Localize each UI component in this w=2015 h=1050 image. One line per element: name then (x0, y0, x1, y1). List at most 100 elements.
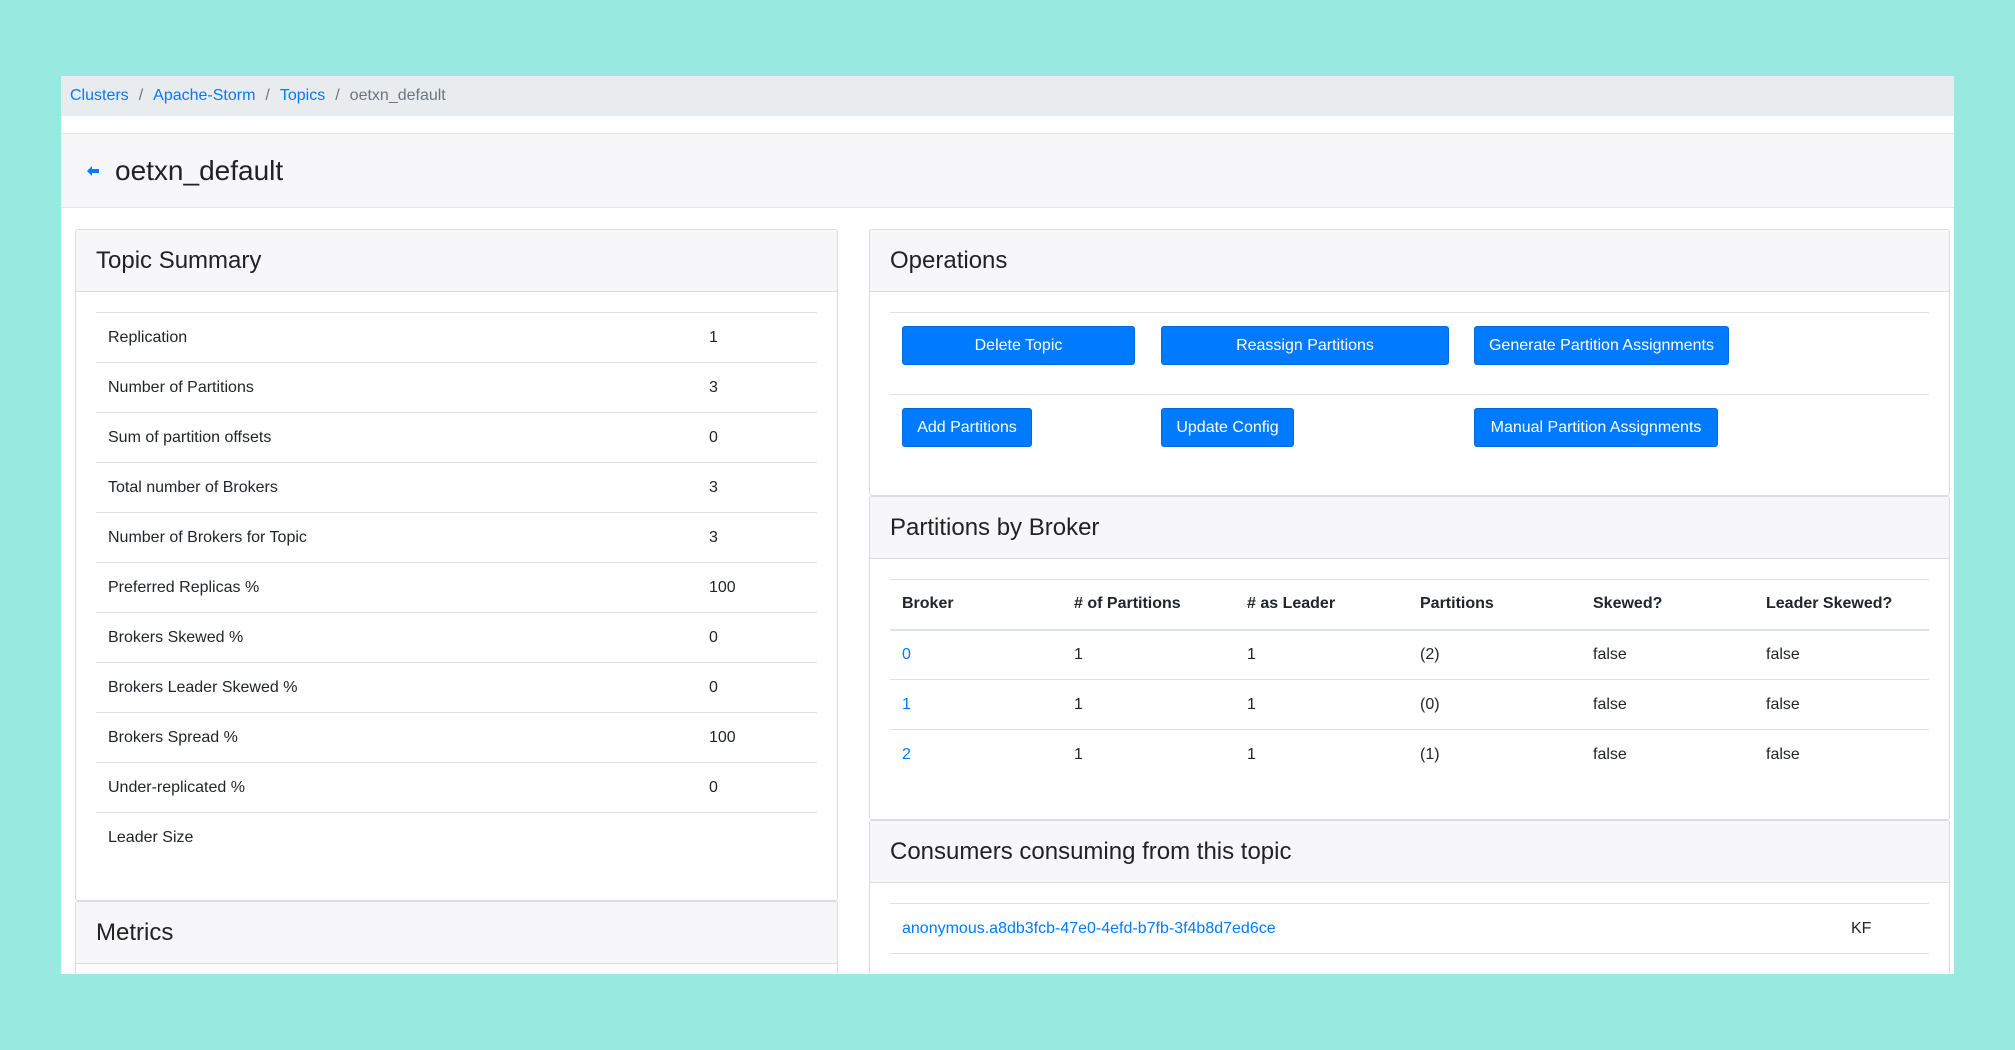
column-header-num-partitions[interactable]: # of Partitions (1062, 579, 1235, 631)
table-row: Number of Partitions 3 (96, 362, 817, 413)
broker-id-cell: 1 (890, 679, 1062, 730)
broker-link[interactable]: 1 (902, 696, 911, 713)
topic-summary-title: Topic Summary (76, 230, 837, 292)
summary-value: 100 (697, 562, 817, 613)
page-title: oetxn_default (115, 154, 284, 186)
num-partitions-cell: 1 (1062, 629, 1235, 680)
table-row: anonymous.a8db3fcb-47e0-4efd-b7fb-3f4b8d… (890, 903, 1929, 954)
arrow-left-icon[interactable] (87, 163, 99, 179)
leader-skewed-cell: false (1754, 629, 1929, 680)
summary-label: Leader Size (96, 812, 697, 863)
add-partitions-button[interactable]: Add Partitions (902, 408, 1032, 447)
table-row: 2 1 1 (1) false false (890, 729, 1929, 780)
operations-row: Add Partitions Update Config Manual Part… (890, 394, 1929, 476)
consumers-table: anonymous.a8db3fcb-47e0-4efd-b7fb-3f4b8d… (890, 903, 1929, 974)
summary-label: Number of Partitions (96, 362, 697, 413)
broker-link[interactable]: 2 (902, 746, 911, 763)
consumer-link[interactable]: anonymous.a8db3fcb-47e0-4efd-b7fb-3f4b8d… (902, 920, 1276, 937)
app-frame: Clusters / Apache-Storm / Topics / oetxn… (61, 76, 1954, 974)
table-row: Preferred Replicas % 100 (96, 562, 817, 613)
metrics-title: Metrics (76, 902, 837, 964)
breadcrumb-separator: / (265, 87, 270, 104)
column-header-as-leader[interactable]: # as Leader (1235, 579, 1408, 631)
skewed-cell: false (1581, 629, 1754, 680)
table-row: Brokers Leader Skewed % 0 (96, 662, 817, 713)
summary-value: 0 (697, 762, 817, 813)
operations-card: Operations Delete Topic Reassign Partiti… (869, 229, 1950, 496)
partitions-cell: (2) (1408, 629, 1581, 680)
table-header-row: Broker # of Partitions # as Leader Parti… (890, 579, 1929, 631)
summary-label: Sum of partition offsets (96, 412, 697, 463)
leader-skewed-cell: false (1754, 679, 1929, 730)
partitions-by-broker-table: Broker # of Partitions # as Leader Parti… (890, 579, 1929, 780)
summary-value: 0 (697, 412, 817, 463)
summary-value: 100 (697, 712, 817, 763)
breadcrumb-topics[interactable]: Topics (280, 87, 325, 105)
summary-value: 1 (697, 312, 817, 363)
table-row: Number of Brokers for Topic 3 (96, 512, 817, 563)
breadcrumb-apache-storm[interactable]: Apache-Storm (153, 87, 255, 105)
manual-partition-assignments-button[interactable]: Manual Partition Assignments (1474, 408, 1718, 447)
breadcrumb-clusters[interactable]: Clusters (70, 87, 129, 105)
num-partitions-cell: 1 (1062, 729, 1235, 780)
summary-value (697, 812, 817, 863)
partitions-cell: (0) (1408, 679, 1581, 730)
summary-label: Preferred Replicas % (96, 562, 697, 613)
metrics-card: Metrics (75, 901, 838, 974)
broker-id-cell: 2 (890, 729, 1062, 780)
table-row: Total number of Brokers 3 (96, 462, 817, 513)
summary-value: 3 (697, 512, 817, 563)
table-row: Under-replicated % 0 (96, 762, 817, 813)
broker-link[interactable]: 0 (902, 646, 911, 663)
num-partitions-cell: 1 (1062, 679, 1235, 730)
skewed-cell: false (1581, 679, 1754, 730)
breadcrumb-separator: / (335, 87, 340, 104)
summary-label: Number of Brokers for Topic (96, 512, 697, 563)
consumer-name-cell (890, 953, 1839, 974)
operations-row: Delete Topic Reassign Partitions Generat… (890, 312, 1929, 394)
page-header: oetxn_default (61, 133, 1954, 208)
summary-value: 0 (697, 662, 817, 713)
partitions-by-broker-card: Partitions by Broker Broker # of Partiti… (869, 496, 1950, 820)
breadcrumb-separator: / (138, 87, 144, 104)
consumer-type-cell (1839, 953, 1929, 974)
summary-label: Brokers Skewed % (96, 612, 697, 663)
topic-summary-card: Topic Summary Replication 1 Number of Par… (75, 229, 838, 901)
column-header-partitions[interactable]: Partitions (1408, 579, 1581, 631)
table-row: Brokers Skewed % 0 (96, 612, 817, 663)
operations-title: Operations (870, 230, 1949, 292)
consumer-type-cell: KF (1839, 903, 1929, 954)
summary-value: 3 (697, 462, 817, 513)
table-row: Replication 1 (96, 312, 817, 363)
consumers-card: Consumers consuming from this topic anon… (869, 820, 1950, 974)
reassign-partitions-button[interactable]: Reassign Partitions (1161, 326, 1449, 365)
summary-label: Brokers Leader Skewed % (96, 662, 697, 713)
consumer-name-cell: anonymous.a8db3fcb-47e0-4efd-b7fb-3f4b8d… (890, 903, 1839, 954)
skewed-cell: false (1581, 729, 1754, 780)
breadcrumb-current: oetxn_default (349, 87, 446, 104)
table-row: 1 1 1 (0) false false (890, 679, 1929, 730)
as-leader-cell: 1 (1235, 629, 1408, 680)
consumers-title: Consumers consuming from this topic (870, 821, 1949, 883)
as-leader-cell: 1 (1235, 679, 1408, 730)
column-header-skewed[interactable]: Skewed? (1581, 579, 1754, 631)
table-row: 0 1 1 (2) false false (890, 629, 1929, 680)
broker-id-cell: 0 (890, 629, 1062, 680)
summary-value: 3 (697, 362, 817, 413)
table-row: Brokers Spread % 100 (96, 712, 817, 763)
topic-summary-table: Replication 1 Number of Partitions 3 Sum o… (96, 312, 817, 863)
table-row: Sum of partition offsets 0 (96, 412, 817, 463)
table-row: Leader Size (96, 812, 817, 863)
column-header-leader-skewed[interactable]: Leader Skewed? (1754, 579, 1929, 631)
leader-skewed-cell: false (1754, 729, 1929, 780)
summary-label: Replication (96, 312, 697, 363)
summary-value: 0 (697, 612, 817, 663)
generate-partition-assignments-button[interactable]: Generate Partition Assignments (1474, 326, 1729, 365)
partitions-by-broker-title: Partitions by Broker (870, 497, 1949, 559)
summary-label: Under-replicated % (96, 762, 697, 813)
column-header-broker[interactable]: Broker (890, 579, 1062, 631)
delete-topic-button[interactable]: Delete Topic (902, 326, 1135, 365)
table-row (890, 953, 1929, 974)
update-config-button[interactable]: Update Config (1161, 408, 1294, 447)
summary-label: Total number of Brokers (96, 462, 697, 513)
